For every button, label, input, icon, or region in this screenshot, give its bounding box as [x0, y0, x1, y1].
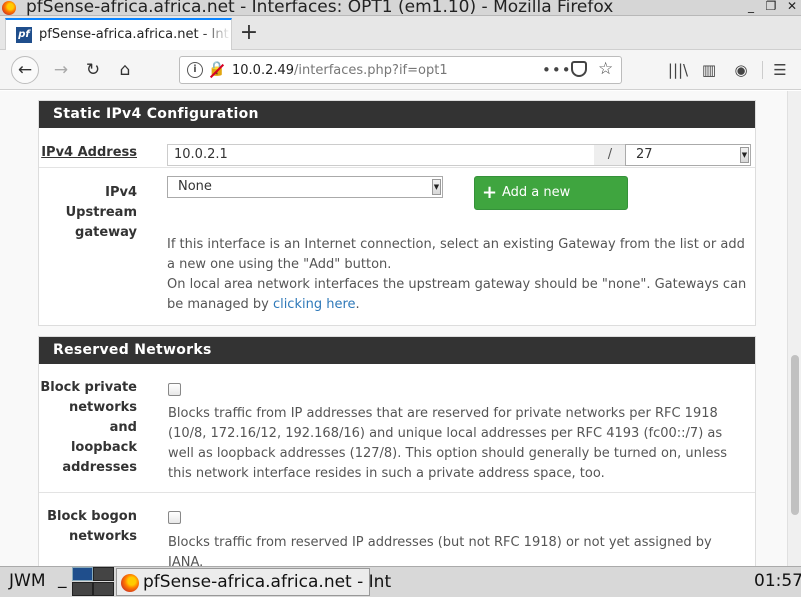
firefox-icon	[121, 574, 139, 592]
navigation-toolbar: ← → ↻ ⌂ i 🔒 10.0.2.49/interfaces.php?if=…	[0, 50, 801, 90]
add-gateway-label: Add a new gateway	[502, 185, 571, 232]
firefox-logo-icon	[2, 1, 16, 15]
desktop-show-button[interactable]: _	[58, 569, 67, 589]
reserved-networks-panel: Reserved Networks Block private networks…	[38, 336, 756, 566]
forward-button[interactable]: →	[47, 56, 75, 84]
workspace-3[interactable]	[72, 582, 93, 596]
block-private-checkbox[interactable]	[168, 383, 181, 396]
ipv4-gateway-label: IPv4 Upstream gateway	[39, 183, 137, 243]
block-bogon-label-line2: networks	[68, 529, 137, 544]
add-gateway-button[interactable]: + Add a new gateway	[474, 176, 628, 232]
block-bogon-help: Blocks traffic from reserved IP addresse…	[168, 535, 712, 566]
ipv4-address-row: IPv4 Address 10.0.2.1 / 27 ▼	[39, 128, 755, 168]
window-title: pfSense-africa.africa.net - Interfaces: …	[26, 0, 614, 17]
account-icon[interactable]: ◉	[730, 59, 752, 81]
ipv4-address-label: IPv4 Address	[41, 145, 137, 160]
block-bogon-label: Block bogon networks	[39, 507, 137, 547]
block-bogon-row: Block bogon networks Blocks traffic from…	[39, 493, 755, 566]
tab-strip: pf pfSense-africa.africa.net - Interface…	[0, 16, 801, 50]
library-icon[interactable]: |||\	[667, 59, 689, 81]
taskbar-firefox-task[interactable]: pfSense-africa.africa.net - Int	[116, 568, 391, 596]
url-bar[interactable]: i 🔒 10.0.2.49/interfaces.php?if=opt1 •••…	[179, 56, 622, 84]
bookmark-star-icon[interactable]: ☆	[598, 59, 613, 79]
ipv4-gateway-label-line1: IPv4 Upstream	[65, 185, 137, 220]
back-button[interactable]: ←	[11, 56, 39, 84]
site-info-icon[interactable]: i	[187, 62, 203, 78]
page-content: Static IPv4 Configuration IPv4 Address 1…	[0, 91, 787, 566]
url-path: /interfaces.php?if=opt1	[294, 63, 448, 78]
chevron-down-icon: ▼	[740, 147, 749, 163]
block-private-row: Block private networks and loopback addr…	[39, 364, 755, 493]
plus-icon: +	[482, 182, 498, 203]
toolbar-separator	[762, 61, 763, 79]
page-scrollbar[interactable]	[787, 91, 801, 566]
workspace-pager[interactable]	[70, 567, 114, 597]
manage-gateways-link[interactable]: clicking here	[273, 297, 356, 312]
gateway-help-line-1: If this interface is an Internet connect…	[167, 237, 745, 272]
taskbar-clock: 01:57	[754, 571, 801, 591]
gateway-help-line-2: On local area network interfaces the ups…	[167, 275, 751, 315]
block-private-help: Blocks traffic from IP addresses that ar…	[168, 406, 728, 481]
window-titlebar: pfSense-africa.africa.net - Interfaces: …	[0, 0, 801, 17]
block-private-label-line3: loopback	[70, 440, 137, 455]
workspace-2[interactable]	[93, 567, 114, 581]
block-private-label-line4: addresses	[62, 460, 137, 475]
scrollbar-thumb[interactable]	[791, 355, 799, 515]
cidr-slash: /	[594, 144, 626, 166]
workspace-4[interactable]	[93, 582, 114, 596]
reserved-networks-heading: Reserved Networks	[39, 337, 755, 364]
ipv4-gateway-label-line2: gateway	[75, 225, 137, 240]
new-tab-button[interactable]: +	[236, 18, 262, 48]
ipv4-gateway-value: None	[178, 179, 212, 194]
static-ipv4-heading: Static IPv4 Configuration	[39, 101, 755, 128]
block-bogon-checkbox[interactable]	[168, 511, 181, 524]
block-private-label-line2: networks and	[68, 400, 137, 435]
url-text[interactable]: 10.0.2.49/interfaces.php?if=opt1	[232, 63, 448, 78]
pocket-icon[interactable]	[571, 61, 587, 77]
minimize-button[interactable]: _	[744, 0, 758, 13]
ipv4-cidr-value: 27	[636, 147, 653, 162]
close-window-button[interactable]: ✕	[785, 0, 799, 13]
block-private-label: Block private networks and loopback addr…	[39, 378, 137, 478]
block-bogon-label-line1: Block bogon	[47, 509, 137, 524]
jwm-menu-button[interactable]: JWM	[9, 571, 46, 591]
tab-pfsense[interactable]: pf pfSense-africa.africa.net - Interface…	[5, 18, 232, 50]
taskbar-task-title: pfSense-africa.africa.net - Int	[143, 572, 392, 592]
taskbar: JWM _ pfSense-africa.africa.net - Int 01…	[0, 566, 801, 597]
ipv4-address-input[interactable]: 10.0.2.1	[167, 144, 595, 166]
reload-button[interactable]: ↻	[79, 56, 107, 84]
workspace-1[interactable]	[72, 567, 93, 581]
ipv4-cidr-select[interactable]: 27 ▼	[625, 144, 751, 166]
home-button[interactable]: ⌂	[111, 56, 139, 84]
insecure-lock-icon[interactable]: 🔒	[208, 61, 225, 79]
block-private-label-line1: Block private	[40, 380, 137, 395]
gateway-help-line-2-text: On local area network interfaces the ups…	[167, 277, 747, 312]
url-host: 10.0.2.49	[232, 63, 295, 78]
gateway-help-line-2-end: .	[355, 297, 360, 312]
restore-button[interactable]: ❐	[764, 0, 778, 13]
static-ipv4-panel: Static IPv4 Configuration IPv4 Address 1…	[38, 100, 756, 326]
gateway-help-text: If this interface is an Internet connect…	[167, 235, 751, 315]
pfsense-favicon-icon: pf	[16, 27, 32, 43]
tab-title-fade	[201, 20, 231, 50]
page-actions-menu-icon[interactable]: •••	[542, 61, 572, 79]
hamburger-menu-icon[interactable]: ☰	[769, 59, 791, 81]
sidebar-icon[interactable]: ▥	[698, 59, 720, 81]
chevron-down-icon: ▼	[432, 179, 441, 195]
ipv4-gateway-select[interactable]: None ▼	[167, 176, 443, 198]
ipv4-gateway-row: IPv4 Upstream gateway None ▼ + Add a new…	[39, 168, 755, 325]
